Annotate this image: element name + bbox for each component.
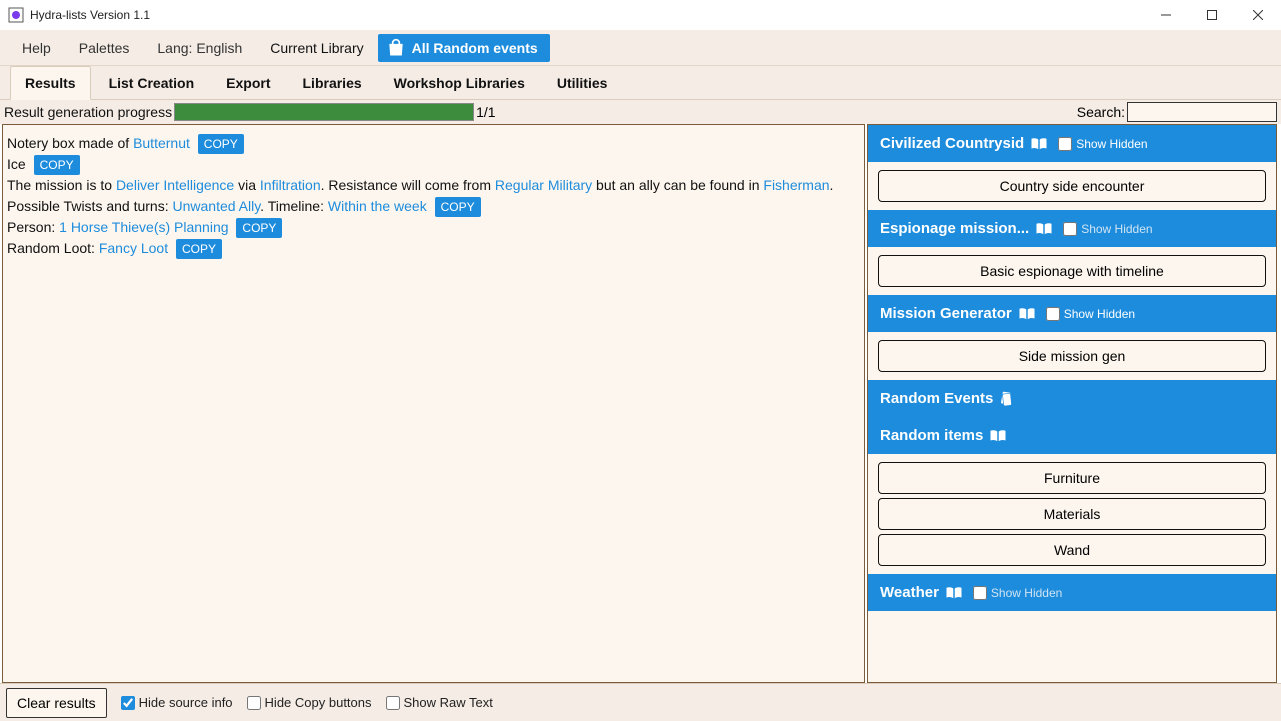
show-hidden-toggle[interactable]: Show Hidden [1063, 222, 1152, 236]
show-hidden-toggle[interactable]: Show Hidden [973, 586, 1062, 600]
tab-results[interactable]: Results [10, 66, 91, 100]
result-link[interactable]: Deliver Intelligence [116, 177, 234, 193]
generator-group-header[interactable]: Mission Generator Show Hidden [868, 295, 1276, 332]
copy-button[interactable]: COPY [34, 155, 80, 175]
maximize-button[interactable] [1189, 0, 1235, 30]
tab-libraries[interactable]: Libraries [289, 67, 376, 99]
tab-list-creation[interactable]: List Creation [95, 67, 209, 99]
minimize-button[interactable] [1143, 0, 1189, 30]
app-icon [8, 7, 24, 23]
result-line: Notery box made of Butternut COPY [7, 133, 860, 154]
group-title: Civilized Countrysid [880, 135, 1024, 152]
generator-group-header[interactable]: Random items [868, 417, 1276, 454]
result-link[interactable]: Fancy Loot [99, 240, 168, 256]
group-title: Mission Generator [880, 305, 1012, 322]
book-icon [1030, 137, 1048, 151]
menu-palettes[interactable]: Palettes [65, 34, 144, 62]
generator-button[interactable]: Furniture [878, 462, 1266, 494]
generator-button[interactable]: Basic espionage with timeline [878, 255, 1266, 287]
result-link[interactable]: 1 Horse Thieve(s) Planning [59, 219, 228, 235]
copy-button[interactable]: COPY [236, 218, 282, 238]
result-link[interactable]: Fisherman [763, 177, 829, 193]
result-link[interactable]: Infiltration [260, 177, 321, 193]
group-title: Random items [880, 427, 983, 444]
generators-panel: Civilized Countrysid Show Hidden Country s… [867, 124, 1277, 683]
menu-lang[interactable]: Lang: English [143, 34, 256, 62]
result-line: The mission is to Deliver Intelligence v… [7, 175, 860, 196]
results-panel: Notery box made of Butternut COPY Ice CO… [2, 124, 865, 683]
bottom-bar: Clear results Hide source info Hide Copy… [0, 683, 1281, 721]
result-line: Possible Twists and turns: Unwanted Ally… [7, 196, 860, 217]
generator-group-body: Basic espionage with timeline [868, 247, 1276, 295]
hide-copy-buttons-checkbox[interactable]: Hide Copy buttons [247, 695, 372, 710]
window-titlebar: Hydra-lists Version 1.1 [0, 0, 1281, 30]
progress-bar [174, 103, 474, 121]
show-hidden-toggle[interactable]: Show Hidden [1058, 137, 1147, 151]
result-line: Person: 1 Horse Thieve(s) Planning COPY [7, 217, 860, 238]
generator-group-header[interactable]: Espionage mission... Show Hidden [868, 210, 1276, 247]
result-link[interactable]: Within the week [328, 198, 427, 214]
show-hidden-toggle[interactable]: Show Hidden [1046, 307, 1135, 321]
show-raw-text-checkbox[interactable]: Show Raw Text [386, 695, 493, 710]
copy-button[interactable]: COPY [435, 197, 481, 217]
search-input[interactable] [1127, 102, 1277, 122]
generator-button[interactable]: Country side encounter [878, 170, 1266, 202]
clear-results-button[interactable]: Clear results [6, 688, 107, 718]
generator-button[interactable]: Side mission gen [878, 340, 1266, 372]
group-title: Random Events [880, 390, 993, 407]
copy-button[interactable]: COPY [176, 239, 222, 259]
result-line: Random Loot: Fancy Loot COPY [7, 238, 860, 259]
generator-group-header[interactable]: Weather Show Hidden [868, 574, 1276, 611]
generator-group-header[interactable]: Random Events [868, 380, 1276, 417]
generator-button[interactable]: Wand [878, 534, 1266, 566]
search-label: Search: [1077, 104, 1125, 120]
book-icon [1035, 222, 1053, 236]
generator-button[interactable]: Materials [878, 498, 1266, 530]
tab-workshop-libraries[interactable]: Workshop Libraries [380, 67, 539, 99]
book-icon [989, 429, 1007, 443]
menu-bar: Help Palettes Lang: English Current Libr… [0, 30, 1281, 66]
result-link[interactable]: Butternut [133, 135, 190, 151]
tab-export[interactable]: Export [212, 67, 284, 99]
menu-current-library[interactable]: Current Library [256, 34, 377, 62]
generator-group-header[interactable]: Civilized Countrysid Show Hidden [868, 125, 1276, 162]
top-strip: Result generation progress 1/1 Search: [0, 100, 1281, 124]
generator-group-body: Side mission gen [868, 332, 1276, 380]
menu-help[interactable]: Help [8, 34, 65, 62]
copy-button[interactable]: COPY [198, 134, 244, 154]
generator-group-body: Country side encounter [868, 162, 1276, 210]
tab-utilities[interactable]: Utilities [543, 67, 622, 99]
result-link[interactable]: Unwanted Ally [172, 198, 260, 214]
book-icon [945, 586, 963, 600]
result-link[interactable]: Regular Military [495, 177, 592, 193]
group-title: Espionage mission... [880, 220, 1029, 237]
window-title: Hydra-lists Version 1.1 [30, 8, 150, 22]
progress-label: Result generation progress [0, 104, 174, 120]
current-library-badge[interactable]: All Random events [378, 34, 550, 62]
bag-icon [386, 38, 406, 58]
hide-source-info-checkbox[interactable]: Hide source info [121, 695, 233, 710]
group-title: Weather [880, 584, 939, 601]
cards-icon [999, 391, 1015, 407]
generator-group-body: Furniture Materials Wand [868, 454, 1276, 574]
book-icon [1018, 307, 1036, 321]
result-line: Ice COPY [7, 154, 860, 175]
close-button[interactable] [1235, 0, 1281, 30]
progress-count: 1/1 [476, 104, 495, 120]
tab-bar: Results List Creation Export Libraries W… [0, 66, 1281, 100]
